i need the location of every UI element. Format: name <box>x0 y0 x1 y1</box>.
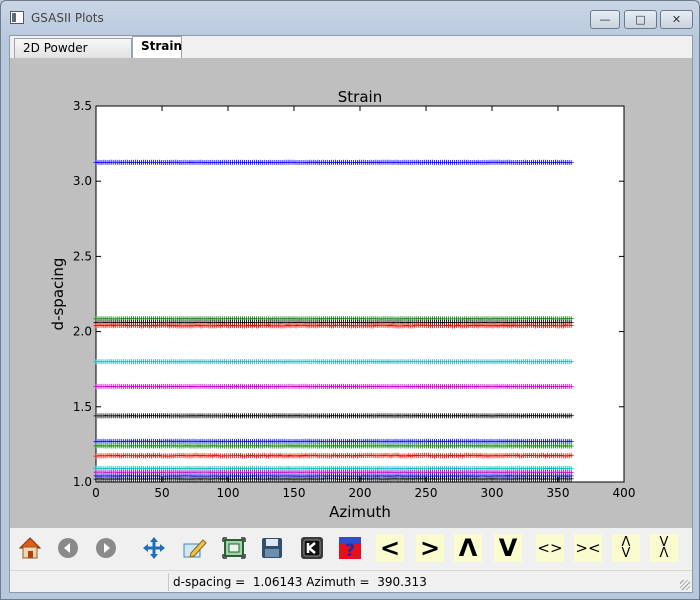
x-tick-label: 100 <box>217 486 240 500</box>
client-area: 2D Powder Image Strain 0 50 100 150 200 250 30… <box>9 35 693 593</box>
zoom-frame-icon <box>222 537 246 559</box>
minimize-button[interactable]: — <box>590 10 620 29</box>
x-tick-label: 150 <box>283 486 306 500</box>
series-4 <box>93 359 574 365</box>
series-markers <box>93 438 574 444</box>
gsasii-plots-window: GSASII Plots — □ ✕ 2D Powder Image Strai… <box>0 0 700 600</box>
x-tick-label: 300 <box>481 486 504 500</box>
expand-vertical-button-label: Λ V <box>621 535 631 561</box>
x-tick-label: 350 <box>547 486 570 500</box>
svg-text:?: ? <box>345 541 355 561</box>
plot-canvas[interactable]: 0 50 100 150 200 250 300 350 400 1.0 1.5 2.0 2.5 3.0… <box>10 58 692 528</box>
status-separator <box>168 573 169 591</box>
status-bar: d-spacing = 1.06143 Azimuth = 390.313 <box>10 570 692 592</box>
series-8 <box>93 443 574 449</box>
shrink-horizontal-button-label: >< <box>575 539 601 557</box>
x-tick-label: 200 <box>349 486 372 500</box>
back-button[interactable] <box>54 534 82 562</box>
plot-toolbar: ? < > Λ V <> >< Λ VV Λ <box>10 528 692 570</box>
pan-button[interactable] <box>140 534 168 562</box>
x-tick-label: 0 <box>92 486 100 500</box>
series-markers <box>93 322 574 329</box>
series-7 <box>93 438 574 444</box>
series-13 <box>93 476 574 482</box>
x-tick-label: 250 <box>415 486 438 500</box>
move-arrows-icon <box>143 537 165 559</box>
close-button[interactable]: ✕ <box>660 10 693 29</box>
home-icon <box>18 537 42 559</box>
y-tick-label: 2.5 <box>73 249 92 263</box>
series-6 <box>93 413 574 419</box>
series-markers <box>93 452 574 459</box>
tab-2d-powder-image[interactable]: 2D Powder Image <box>14 38 132 73</box>
x-tick-label: 50 <box>154 486 169 500</box>
help-button[interactable]: ? <box>336 534 364 562</box>
series-markers <box>93 159 574 166</box>
series-3 <box>93 322 574 329</box>
series-markers <box>93 443 574 449</box>
shift-right-button-label: > <box>419 534 441 562</box>
zoom-button[interactable] <box>220 534 248 562</box>
strain-chart[interactable]: 0 50 100 150 200 250 300 350 400 1.0 1.5 2.0 2.5 3.0… <box>10 58 692 528</box>
shift-left-button-label: < <box>379 534 401 562</box>
tab-strain[interactable]: Strain <box>132 36 182 59</box>
shift-left-button[interactable]: < <box>376 534 404 562</box>
home-button[interactable] <box>16 534 44 562</box>
series-markers <box>93 476 574 482</box>
shift-up-button-label: Λ <box>458 534 478 562</box>
chart-title: Strain <box>338 88 382 106</box>
floppy-disk-icon <box>262 538 282 558</box>
title-bar[interactable]: GSASII Plots — □ ✕ <box>1 1 699 35</box>
expand-horizontal-button[interactable]: <> <box>536 534 564 562</box>
expand-horizontal-button-label: <> <box>537 539 563 557</box>
maximize-button[interactable]: □ <box>624 10 657 29</box>
shrink-horizontal-button[interactable]: >< <box>574 534 602 562</box>
series-5 <box>93 383 574 390</box>
series-9 <box>93 452 574 459</box>
series-markers <box>93 383 574 390</box>
x-tick-label: 400 <box>613 486 636 500</box>
y-tick-label: 3.5 <box>73 99 92 113</box>
forward-arrow-icon <box>96 538 116 558</box>
keypress-button[interactable] <box>298 534 326 562</box>
forward-button[interactable] <box>92 534 120 562</box>
shift-down-button-label: V <box>498 534 518 562</box>
shift-down-button[interactable]: V <box>494 534 522 562</box>
x-axis-label: Azimuth <box>329 503 391 521</box>
status-cursor-readout: d-spacing = 1.06143 Azimuth = 390.313 <box>173 575 427 589</box>
shift-up-button[interactable]: Λ <box>454 534 482 562</box>
shrink-vertical-button-label: V Λ <box>659 535 669 561</box>
series-0 <box>93 159 574 166</box>
window-title: GSASII Plots <box>31 11 104 25</box>
y-axis-label: d-spacing <box>49 258 67 331</box>
shrink-vertical-button[interactable]: V Λ <box>650 534 678 562</box>
y-tick-label: 2.0 <box>73 325 92 339</box>
tab-strip: 2D Powder Image Strain <box>10 36 692 73</box>
back-arrow-icon <box>58 538 78 558</box>
shift-right-button[interactable]: > <box>416 534 444 562</box>
series-markers <box>93 359 574 365</box>
k-key-icon <box>301 537 323 559</box>
configure-subplots-button[interactable] <box>180 534 208 562</box>
y-tick-label: 1.0 <box>73 475 92 489</box>
save-button[interactable] <box>258 534 286 562</box>
expand-vertical-button[interactable]: Λ V <box>612 534 640 562</box>
resize-grip[interactable] <box>680 580 690 590</box>
edit-axis-icon <box>183 539 207 558</box>
question-mark-icon: ? <box>339 537 361 561</box>
app-icon <box>10 11 24 24</box>
y-tick-label: 3.0 <box>73 174 92 188</box>
series-markers <box>93 413 574 419</box>
y-tick-label: 1.5 <box>73 400 92 414</box>
